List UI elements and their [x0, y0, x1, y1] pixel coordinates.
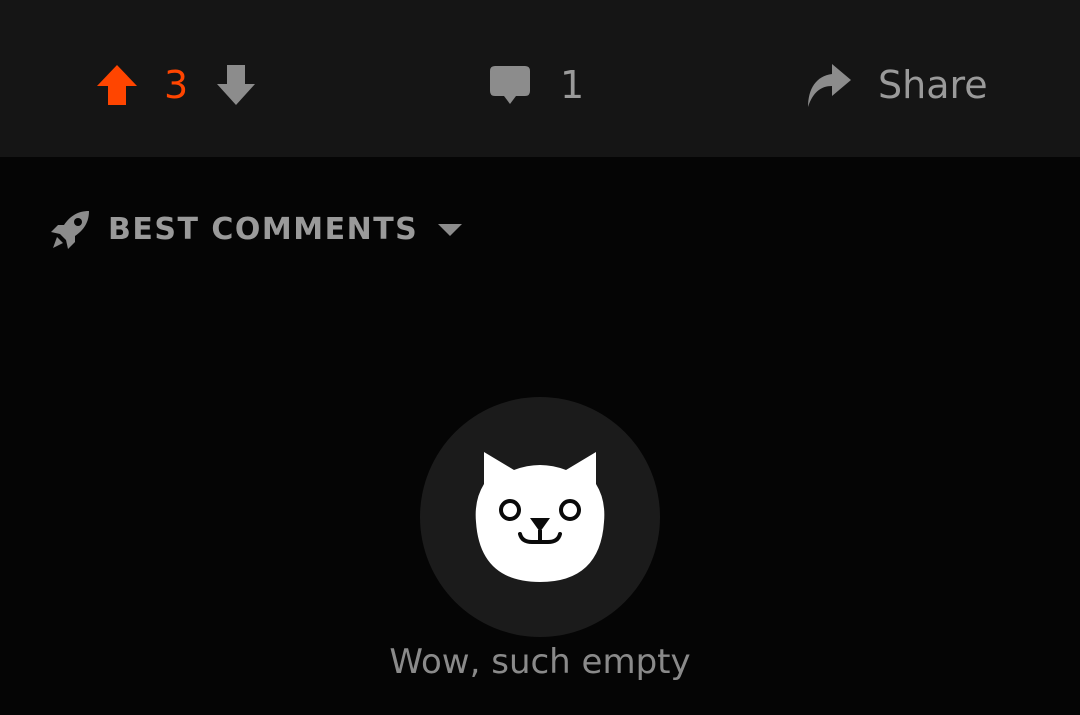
cat-face-icon [475, 452, 605, 582]
downvote-arrow-icon[interactable] [216, 63, 256, 107]
post-action-bar: 3 1 Share [0, 0, 1080, 157]
sort-label: BEST COMMENTS [108, 212, 419, 247]
rocket-icon [51, 211, 89, 249]
empty-state-message: Wow, such empty [389, 642, 691, 682]
speech-bubble-icon [490, 66, 530, 104]
share-label: Share [878, 63, 988, 107]
caret-down-icon [438, 224, 463, 236]
vote-score: 3 [164, 63, 189, 107]
share-button[interactable]: Share [804, 60, 988, 110]
comments-button[interactable]: 1 [488, 62, 584, 108]
upvote-arrow-icon[interactable] [96, 63, 138, 107]
vote-controls: 3 [96, 62, 256, 108]
comment-sort-selector[interactable]: BEST COMMENTS [48, 206, 464, 254]
share-arrow-icon [808, 64, 851, 107]
comment-count: 1 [560, 63, 585, 107]
